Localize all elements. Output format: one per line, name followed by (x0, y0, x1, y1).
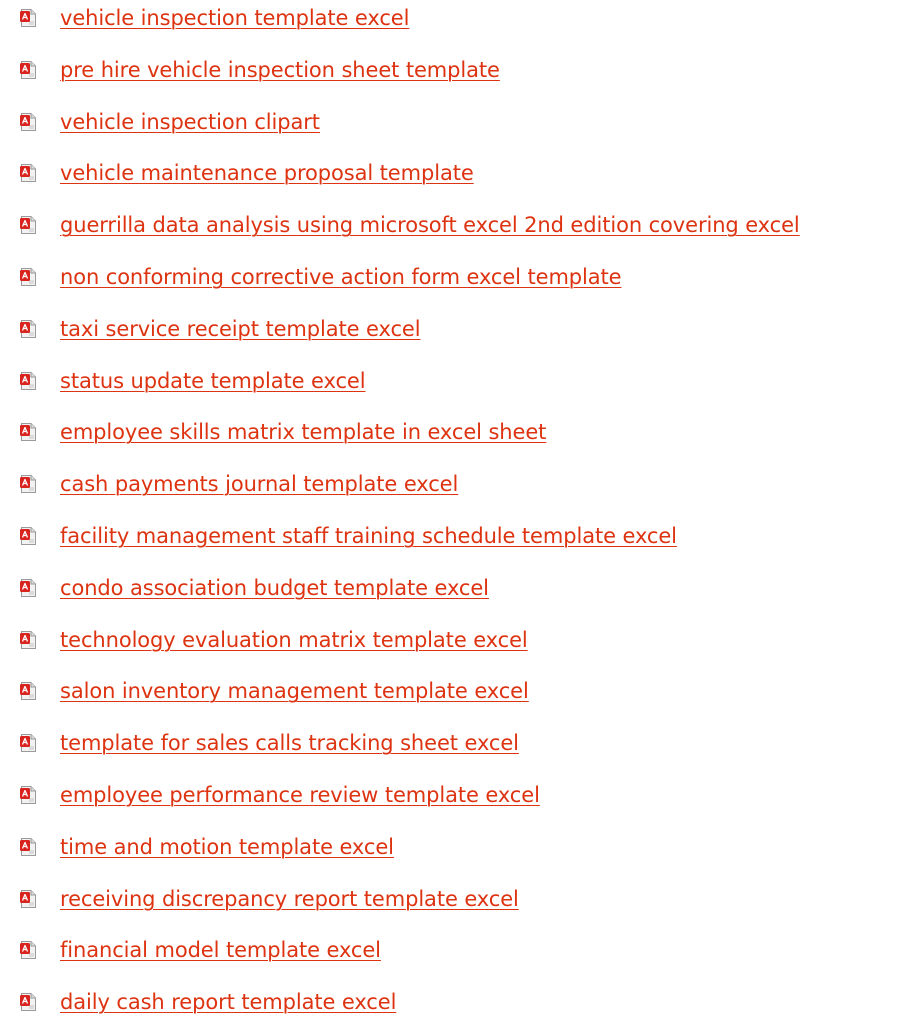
pdf-document-icon (20, 475, 36, 494)
pdf-document-icon (20, 60, 36, 79)
document-link[interactable]: cash payments journal template excel (60, 469, 458, 499)
document-link[interactable]: receiving discrepancy report template ex… (60, 884, 519, 914)
document-link[interactable]: status update template excel (60, 366, 366, 396)
pdf-document-icon (20, 319, 36, 338)
document-link[interactable]: time and motion template excel (60, 832, 394, 862)
list-item: employee performance review template exc… (0, 777, 898, 829)
document-link[interactable]: vehicle inspection clipart (60, 107, 320, 137)
document-link[interactable]: pre hire vehicle inspection sheet templa… (60, 55, 500, 85)
pdf-document-icon (20, 371, 36, 390)
pdf-document-icon (20, 216, 36, 235)
pdf-document-icon (20, 578, 36, 597)
list-item: guerrilla data analysis using microsoft … (0, 207, 898, 259)
list-item: taxi service receipt template excel (0, 311, 898, 363)
document-link[interactable]: salon inventory management template exce… (60, 676, 529, 706)
list-item: template for sales calls tracking sheet … (0, 725, 898, 777)
document-link[interactable]: daily cash report template excel (60, 987, 396, 1017)
list-item: vehicle inspection clipart (0, 104, 898, 156)
document-link[interactable]: employee skills matrix template in excel… (60, 417, 546, 447)
pdf-document-icon (20, 164, 36, 183)
list-item: facility management staff training sched… (0, 518, 898, 570)
document-link[interactable]: financial model template excel (60, 935, 381, 965)
pdf-document-icon (20, 526, 36, 545)
pdf-document-icon (20, 993, 36, 1012)
document-link[interactable]: vehicle maintenance proposal template (60, 158, 474, 188)
list-item: status update template excel (0, 363, 898, 415)
document-link[interactable]: vehicle inspection template excel (60, 3, 409, 33)
pdf-document-icon (20, 9, 36, 27)
pdf-document-icon (20, 837, 36, 856)
pdf-document-icon (20, 682, 36, 701)
list-item: salon inventory management template exce… (0, 673, 898, 725)
pdf-document-icon (20, 630, 36, 649)
document-link[interactable]: template for sales calls tracking sheet … (60, 728, 519, 758)
pdf-document-icon (20, 889, 36, 908)
document-link[interactable]: guerrilla data analysis using microsoft … (60, 210, 800, 240)
list-item: time and motion template excel (0, 829, 898, 881)
list-item: vehicle inspection template excel (0, 0, 898, 52)
list-item: employee skills matrix template in excel… (0, 414, 898, 466)
list-item: technology evaluation matrix template ex… (0, 622, 898, 674)
list-item: pre hire vehicle inspection sheet templa… (0, 52, 898, 104)
list-item: daily cash report template excel (0, 984, 898, 1036)
document-link[interactable]: condo association budget template excel (60, 573, 489, 603)
document-link[interactable]: non conforming corrective action form ex… (60, 262, 622, 292)
document-link[interactable]: technology evaluation matrix template ex… (60, 625, 528, 655)
related-links-list: vehicle inspection template excel pre hi… (0, 0, 898, 1036)
document-link[interactable]: taxi service receipt template excel (60, 314, 421, 344)
document-link[interactable]: facility management staff training sched… (60, 521, 677, 551)
list-item: cash payments journal template excel (0, 466, 898, 518)
pdf-document-icon (20, 941, 36, 960)
list-item: vehicle maintenance proposal template (0, 155, 898, 207)
list-item: condo association budget template excel (0, 570, 898, 622)
pdf-document-icon (20, 785, 36, 804)
pdf-document-icon (20, 267, 36, 286)
list-item: financial model template excel (0, 932, 898, 984)
pdf-document-icon (20, 734, 36, 753)
pdf-document-icon (20, 112, 36, 131)
pdf-document-icon (20, 423, 36, 442)
list-item: non conforming corrective action form ex… (0, 259, 898, 311)
list-item: receiving discrepancy report template ex… (0, 881, 898, 933)
document-link[interactable]: employee performance review template exc… (60, 780, 540, 810)
